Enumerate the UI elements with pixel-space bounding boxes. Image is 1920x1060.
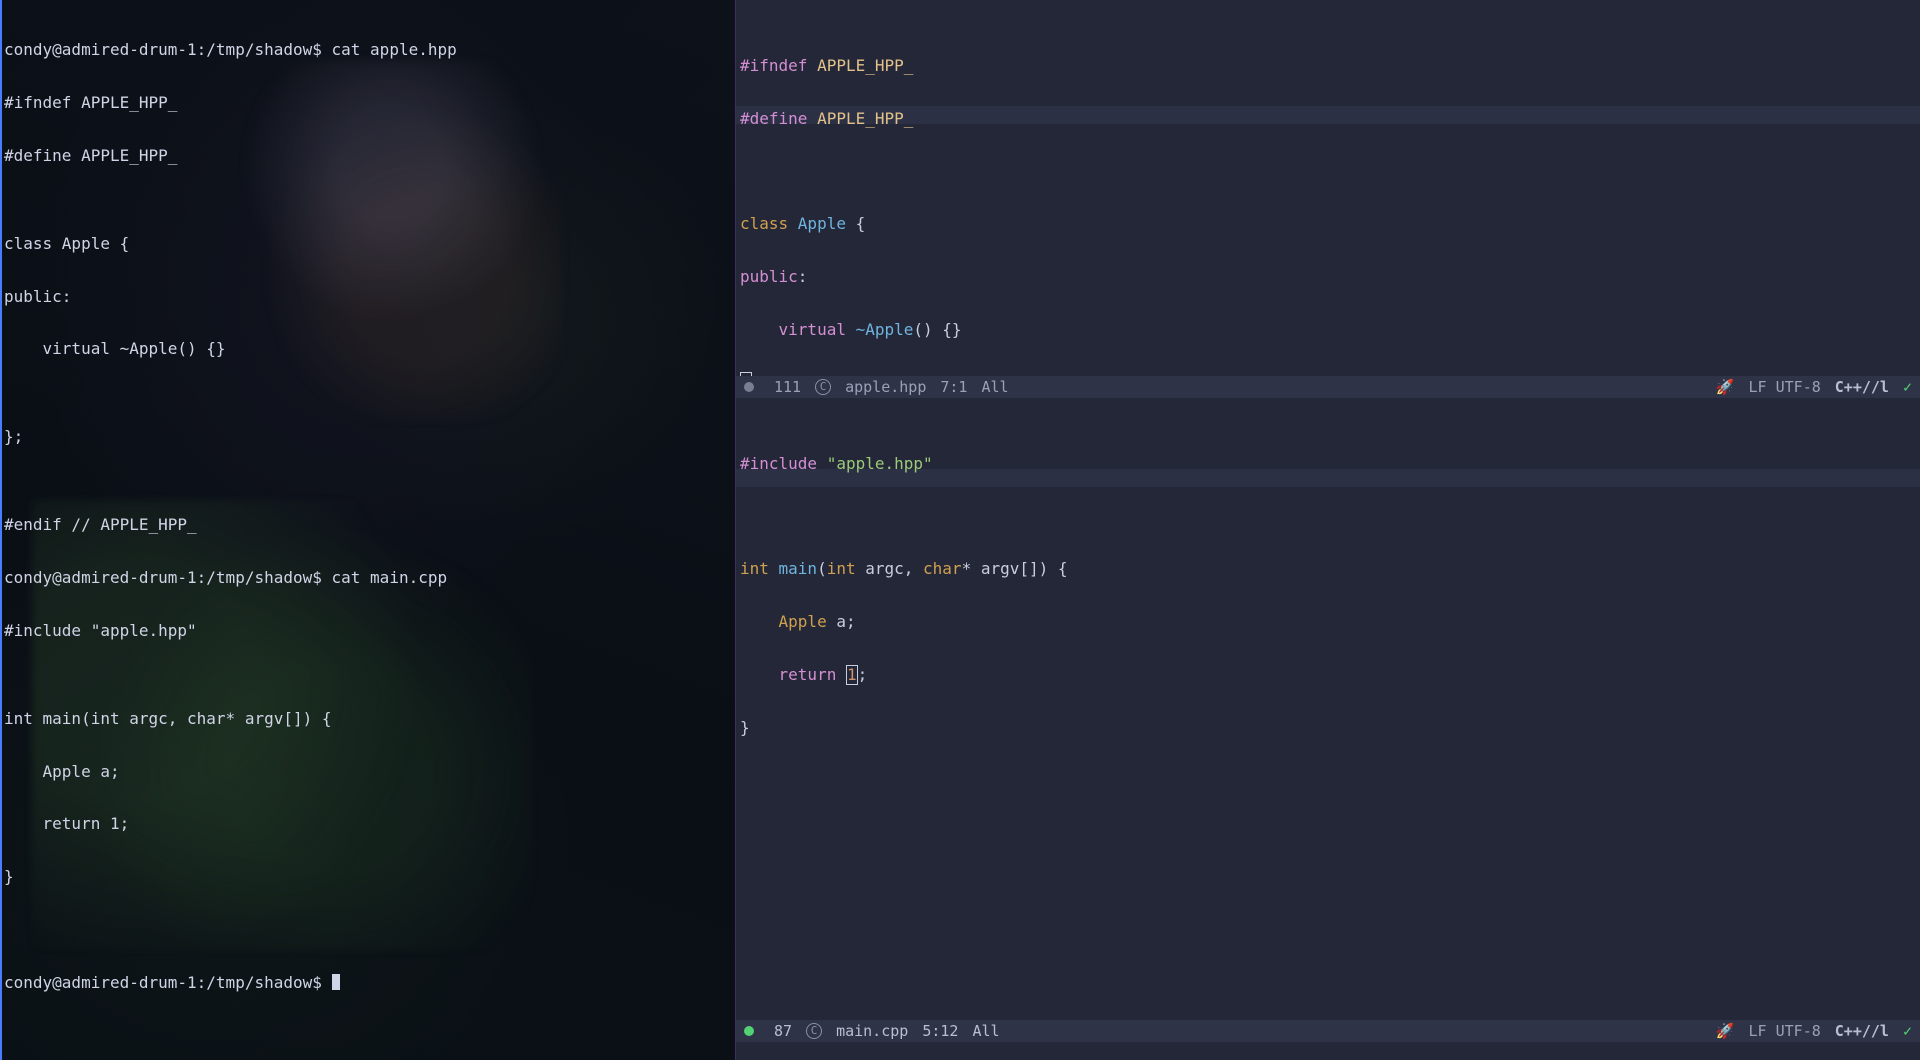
encoding: LF UTF-8 <box>1749 1023 1821 1040</box>
tok: int <box>740 559 779 578</box>
check-icon: ✓ <box>1903 1023 1912 1040</box>
tok: APPLE_HPP_ <box>807 109 913 128</box>
tok: ( <box>817 559 827 578</box>
terminal-output-line: return 1; <box>4 815 733 833</box>
editor-pane: #ifndef APPLE_HPP_ #define APPLE_HPP_ cl… <box>736 0 1920 1060</box>
tok: main <box>779 559 818 578</box>
screen: condy@admired-drum-1:/tmp/shadow$ cat ap… <box>0 0 1920 1060</box>
copyright-icon: C <box>806 1023 822 1039</box>
terminal-pane[interactable]: condy@admired-drum-1:/tmp/shadow$ cat ap… <box>0 0 736 1060</box>
tok: char <box>923 559 962 578</box>
tok: : <box>798 267 808 286</box>
rocket-icon: 🚀 <box>1716 379 1735 396</box>
tok: return <box>779 665 846 684</box>
file-name: main.cpp <box>836 1023 908 1040</box>
tok: } <box>740 718 750 737</box>
terminal-output-line: #include "apple.hpp" <box>4 622 733 640</box>
blank-line <box>740 508 1916 526</box>
tok: int <box>827 559 866 578</box>
tok: argc <box>865 559 904 578</box>
major-mode: C++//l <box>1835 379 1889 396</box>
editor-buffer-top[interactable]: #ifndef APPLE_HPP_ #define APPLE_HPP_ cl… <box>736 0 1920 398</box>
terminal-cmd: cat main.cpp <box>332 568 448 587</box>
modeline-bottom[interactable]: 87 C main.cpp 5:12 All 🚀 LF UTF-8 C++//l… <box>736 1020 1920 1042</box>
modeline-top[interactable]: 111 C apple.hpp 7:1 All 🚀 LF UTF-8 C++//… <box>736 376 1920 398</box>
terminal-prompt: condy@admired-drum-1:/tmp/shadow$ <box>4 40 332 59</box>
terminal-output-line: public: <box>4 288 733 306</box>
cursor-pos: 5:12 <box>922 1023 958 1040</box>
tok: , <box>904 559 923 578</box>
modified-indicator-icon <box>744 382 754 392</box>
tok: #ifndef <box>740 56 807 75</box>
check-icon: ✓ <box>1903 379 1912 396</box>
terminal-prompt: condy@admired-drum-1:/tmp/shadow$ <box>4 973 332 992</box>
terminal-output-line: #define APPLE_HPP_ <box>4 147 733 165</box>
code-area[interactable]: #include "apple.hpp" int main(int argc, … <box>736 398 1920 1020</box>
terminal-output-line: int main(int argc, char* argv[]) { <box>4 710 733 728</box>
terminal-output-line: Apple a; <box>4 763 733 781</box>
copyright-icon: C <box>815 379 831 395</box>
tok: * <box>962 559 981 578</box>
terminal-output-line: }; <box>4 428 733 446</box>
tok: Apple <box>798 214 846 233</box>
file-size: 87 <box>774 1023 792 1040</box>
file-size: 111 <box>774 379 801 396</box>
tok: () {} <box>913 320 961 339</box>
terminal-output-line: virtual ~Apple() {} <box>4 340 733 358</box>
file-name: apple.hpp <box>845 379 926 396</box>
editor-buffer-bottom[interactable]: #include "apple.hpp" int main(int argc, … <box>736 398 1920 1042</box>
modified-indicator-icon <box>744 1026 754 1036</box>
tok <box>740 320 779 339</box>
tok: argv <box>981 559 1020 578</box>
terminal-output-line: class Apple { <box>4 235 733 253</box>
tok: []) { <box>1019 559 1067 578</box>
rocket-icon: 🚀 <box>1716 1023 1735 1040</box>
tok: #define <box>740 109 807 128</box>
terminal-output-line <box>4 921 733 939</box>
code-area[interactable]: #ifndef APPLE_HPP_ #define APPLE_HPP_ cl… <box>736 0 1920 376</box>
terminal-output-line: #endif // APPLE_HPP_ <box>4 516 733 534</box>
scroll-pos: All <box>981 379 1008 396</box>
terminal-cursor[interactable] <box>332 974 340 990</box>
editor-cursor[interactable]: 1 <box>846 665 858 685</box>
tok: { <box>846 214 865 233</box>
tok: #include <box>740 454 827 473</box>
tok: public <box>740 267 798 286</box>
blank-line <box>740 162 1916 180</box>
terminal-prompt: condy@admired-drum-1:/tmp/shadow$ <box>4 568 332 587</box>
terminal-output-line: } <box>4 868 733 886</box>
tok <box>740 665 779 684</box>
tok: Apple <box>779 612 837 631</box>
tok: ; <box>846 612 856 631</box>
tok: class <box>740 214 798 233</box>
major-mode: C++//l <box>1835 1023 1889 1040</box>
tok: APPLE_HPP_ <box>807 56 913 75</box>
terminal-cmd: cat apple.hpp <box>332 40 457 59</box>
tok: virtual <box>779 320 856 339</box>
tok: "apple.hpp" <box>827 454 933 473</box>
tok: ~Apple <box>856 320 914 339</box>
tok: ; <box>858 665 868 684</box>
tok <box>740 612 779 631</box>
terminal-output-line: #ifndef APPLE_HPP_ <box>4 94 733 112</box>
encoding: LF UTF-8 <box>1749 379 1821 396</box>
cursor-pos: 7:1 <box>940 379 967 396</box>
scroll-pos: All <box>972 1023 999 1040</box>
tok: a <box>836 612 846 631</box>
editor-cursor[interactable] <box>740 372 752 376</box>
minibuffer[interactable] <box>736 1042 1920 1060</box>
